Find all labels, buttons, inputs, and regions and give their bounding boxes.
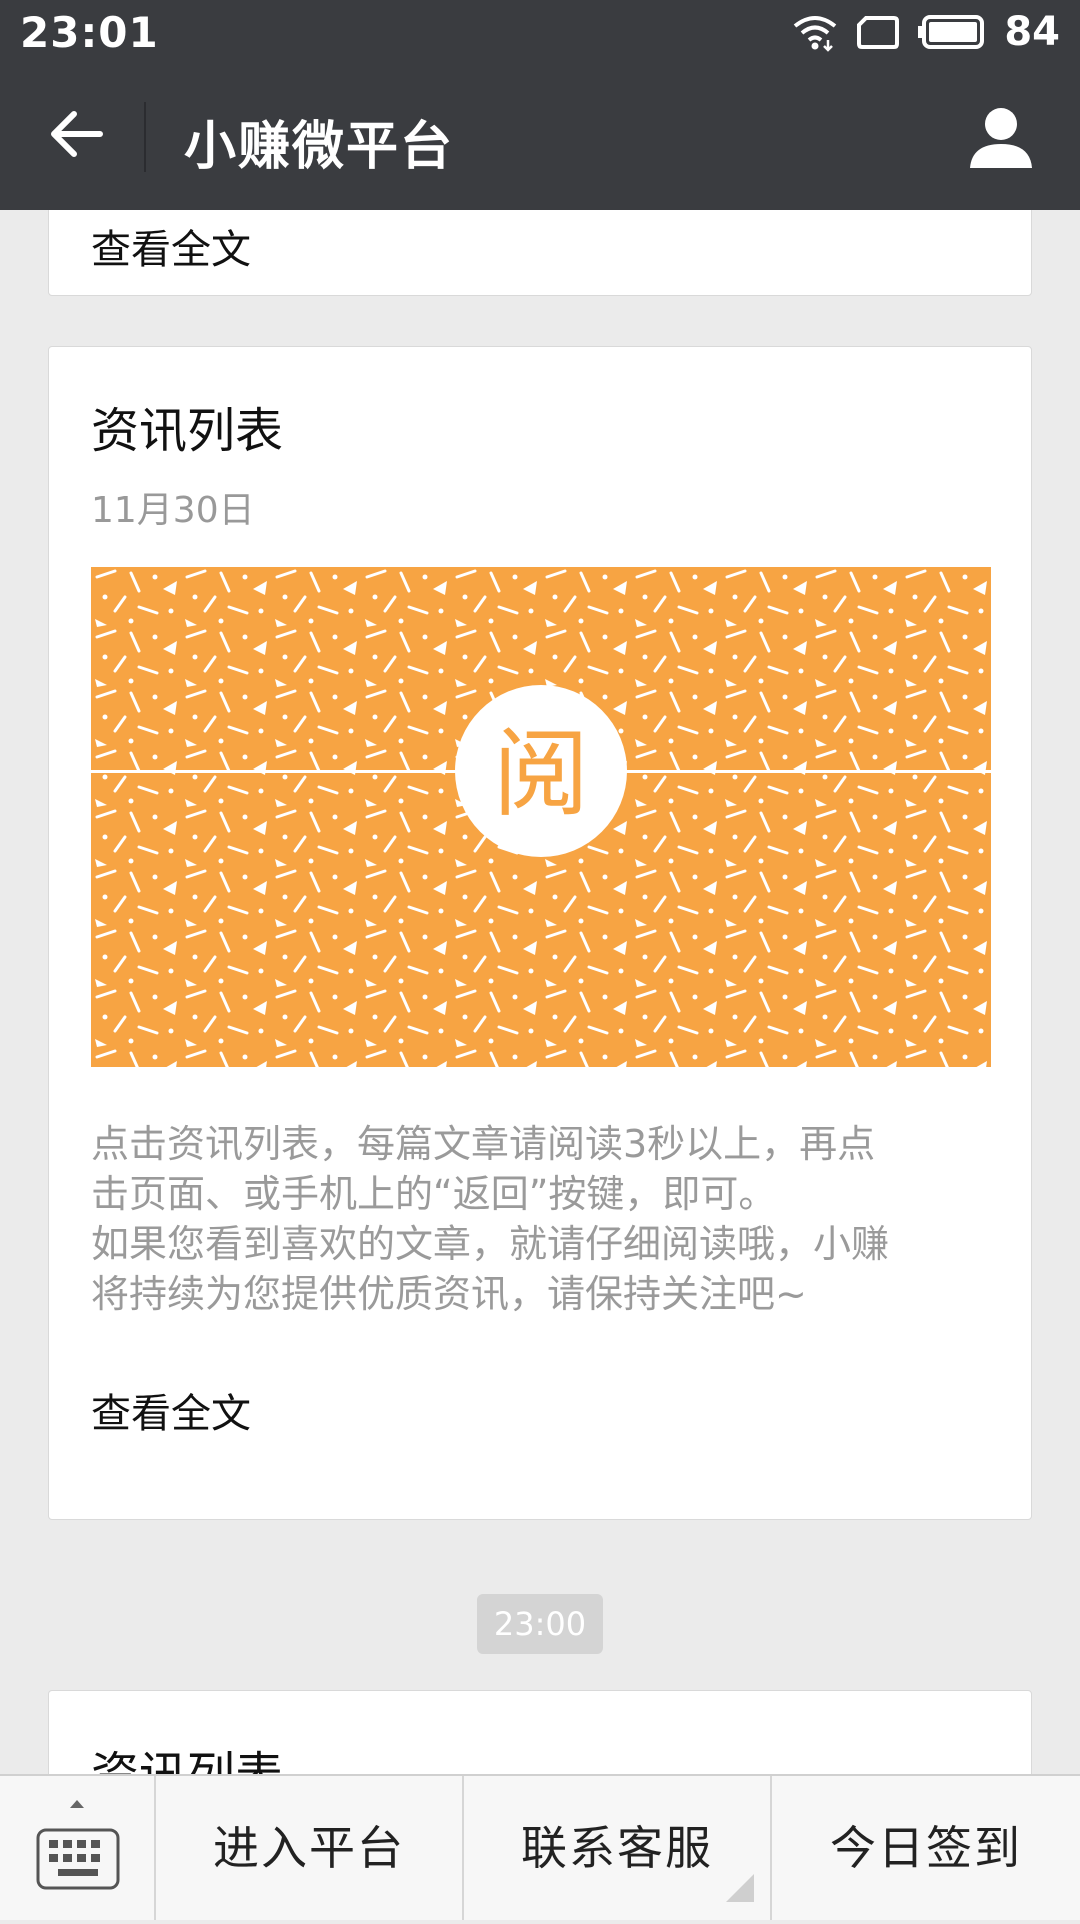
title-bar: 小赚微平台 (0, 64, 1080, 210)
article-title: 资讯列表 (91, 1735, 283, 1774)
submenu-indicator-icon (726, 1874, 754, 1902)
description-line: 点击资讯列表，每篇文章请阅读3秒以上，再点 (91, 1122, 876, 1166)
banner-character: 阅 (493, 718, 589, 830)
message-timestamp: 23:00 (477, 1594, 603, 1654)
back-button[interactable] (44, 102, 108, 166)
read-more-link[interactable]: 查看全文 (91, 1381, 251, 1439)
bottom-menu-bar: 进入平台 联系客服 今日签到 (0, 1774, 1080, 1920)
keyboard-toggle-button[interactable] (0, 1776, 154, 1920)
article-card[interactable]: 资讯列表 11月30日 阅 点击资讯列表，每篇文章请阅读3秒以上，再点 击页面、… (48, 346, 1032, 1520)
article-date: 11月30日 (91, 490, 255, 531)
battery-icon (918, 15, 985, 49)
title-divider (144, 102, 146, 172)
menu-daily-checkin[interactable]: 今日签到 (770, 1776, 1080, 1920)
description-line: 如果您看到喜欢的文章，就请仔细阅读哦，小赚 (91, 1222, 890, 1266)
next-article-card[interactable]: 资讯列表 (48, 1690, 1032, 1774)
previous-article-card[interactable]: 查看全文 (48, 210, 1032, 296)
article-description: 点击资讯列表，每篇文章请阅读3秒以上，再点 击页面、或手机上的“返回”按键，即可… (91, 1119, 991, 1319)
wifi-icon (794, 16, 837, 52)
menu-contact-service[interactable]: 联系客服 (462, 1776, 770, 1920)
read-more-link[interactable]: 查看全文 (91, 217, 251, 275)
status-bar: 23:01 84 (0, 0, 1080, 64)
person-icon (970, 108, 1032, 168)
banner-image: 阅 (91, 567, 991, 1067)
menu-enter-platform[interactable]: 进入平台 (154, 1776, 462, 1920)
message-feed[interactable]: 查看全文 资讯列表 11月30日 阅 点击资讯列表，每篇文章请阅读3秒以上，再点… (0, 210, 1080, 1774)
status-time: 23:01 (20, 8, 159, 57)
menu-contact-service-label: 联系客服 (521, 1821, 713, 1875)
article-title: 资讯列表 (91, 403, 284, 459)
arrow-left-icon (51, 111, 103, 157)
battery-level: 84 (1004, 9, 1060, 55)
screen-rotate-icon (857, 16, 900, 49)
article-banner[interactable]: 阅 (91, 567, 991, 1067)
description-line: 击页面、或手机上的“返回”按键，即可。 (91, 1172, 777, 1216)
page-title: 小赚微平台 (184, 117, 455, 177)
keyboard-icon (36, 1800, 120, 1890)
profile-button[interactable] (966, 102, 1036, 172)
description-line: 将持续为您提供优质资讯，请保持关注吧~ (91, 1272, 807, 1316)
status-icons: 84 (792, 8, 1060, 56)
